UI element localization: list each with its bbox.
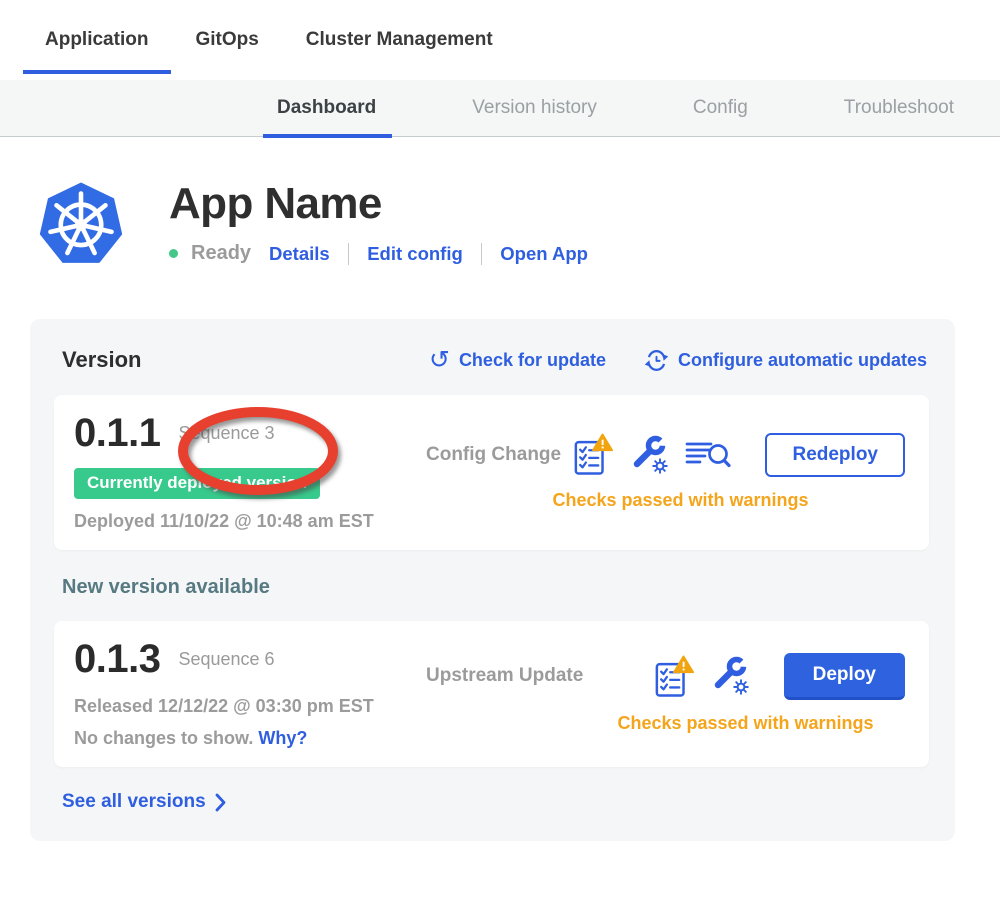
see-all-versions-label: See all versions xyxy=(62,791,206,813)
configure-automatic-updates-label: Configure automatic updates xyxy=(678,350,927,371)
refresh-icon: ↺ xyxy=(429,347,450,372)
version-panel-title: Version xyxy=(62,347,141,373)
see-all-versions-link[interactable]: See all versions xyxy=(62,791,226,813)
why-link[interactable]: Why? xyxy=(258,728,307,748)
redeploy-button[interactable]: Redeploy xyxy=(765,433,905,477)
tab-dashboard[interactable]: Dashboard xyxy=(277,80,376,137)
preflight-checks-warning-icon[interactable] xyxy=(573,432,613,477)
scheduled-update-icon xyxy=(644,348,669,373)
currently-deployed-badge: Currently deployed version xyxy=(74,468,320,499)
tab-troubleshoot[interactable]: Troubleshoot xyxy=(844,80,954,137)
no-changes-line: No changes to show. Why? xyxy=(74,728,426,749)
current-version-sequence: Sequence 3 xyxy=(178,423,274,444)
log-search-icon[interactable] xyxy=(685,435,731,475)
version-panel: Version ↺ Check for update Configure aut… xyxy=(30,319,955,841)
edit-config-link[interactable]: Edit config xyxy=(367,243,463,265)
current-version-number: 0.1.1 xyxy=(74,411,160,456)
divider xyxy=(348,243,350,265)
chevron-right-icon xyxy=(215,793,226,812)
topnav-item-gitops[interactable]: GitOps xyxy=(195,0,258,80)
current-checks-status: Checks passed with warnings xyxy=(426,490,905,511)
deployed-timestamp: Deployed 11/10/22 @ 10:48 am EST xyxy=(74,511,426,532)
top-navigation: Application GitOps Cluster Management xyxy=(0,0,1000,80)
details-link[interactable]: Details xyxy=(269,243,330,265)
page-title: App Name xyxy=(169,179,588,229)
available-version-card: 0.1.3 Sequence 6 Released 12/12/22 @ 03:… xyxy=(54,621,929,767)
check-for-update-label: Check for update xyxy=(459,350,606,371)
no-changes-text: No changes to show. xyxy=(74,728,253,748)
preflight-checks-warning-icon[interactable] xyxy=(654,654,694,699)
wrench-gear-icon[interactable] xyxy=(629,433,669,477)
available-checks-status: Checks passed with warnings xyxy=(426,713,905,734)
available-version-sequence: Sequence 6 xyxy=(178,649,274,670)
tab-config[interactable]: Config xyxy=(693,80,748,137)
check-for-update-button[interactable]: ↺ Check for update xyxy=(429,348,606,373)
app-status: Ready xyxy=(191,242,251,265)
divider xyxy=(481,243,483,265)
released-timestamp: Released 12/12/22 @ 03:30 pm EST xyxy=(74,696,426,717)
current-version-card: 0.1.1 Sequence 3 Currently deployed vers… xyxy=(54,395,929,550)
available-change-type: Upstream Update xyxy=(426,665,583,687)
app-header: App Name Ready Details Edit config Open … xyxy=(35,177,1000,269)
new-version-heading: New version available xyxy=(62,576,929,599)
configure-automatic-updates-button[interactable]: Configure automatic updates xyxy=(644,348,927,373)
ready-status-dot-icon xyxy=(169,249,178,258)
kubernetes-logo-icon xyxy=(35,177,127,269)
wrench-gear-icon[interactable] xyxy=(710,654,750,698)
open-app-link[interactable]: Open App xyxy=(500,243,588,265)
deploy-button[interactable]: Deploy xyxy=(784,653,905,700)
available-version-number: 0.1.3 xyxy=(74,637,160,682)
topnav-item-cluster-management[interactable]: Cluster Management xyxy=(306,0,493,80)
app-sub-navigation: Dashboard Version history Config Trouble… xyxy=(0,80,1000,137)
current-change-type: Config Change xyxy=(426,444,561,466)
topnav-item-application[interactable]: Application xyxy=(45,0,148,80)
tab-version-history[interactable]: Version history xyxy=(472,80,597,137)
